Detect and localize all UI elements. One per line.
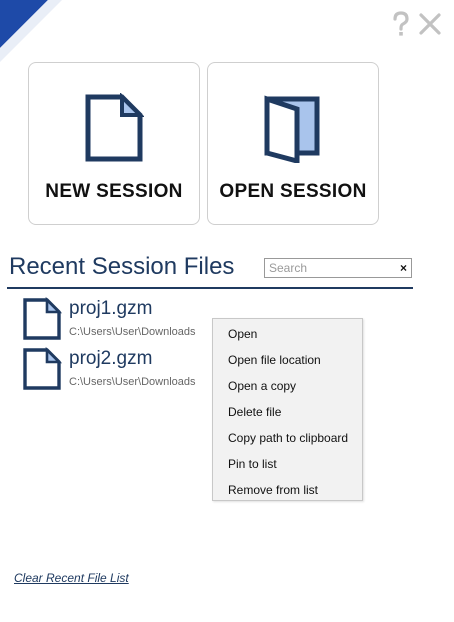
clear-search-icon[interactable]: × <box>400 259 407 277</box>
corner-accent <box>0 0 62 62</box>
file-icon <box>23 297 62 340</box>
new-document-icon <box>85 93 144 162</box>
new-session-label: NEW SESSION <box>45 181 183 202</box>
menu-item-open-a-copy[interactable]: Open a copy <box>214 373 361 399</box>
menu-item-copy-path[interactable]: Copy path to clipboard <box>214 425 361 451</box>
close-button[interactable] <box>418 10 442 38</box>
section-divider <box>7 287 413 289</box>
recent-file-item[interactable]: proj1.gzm C:\Users\User\Downloads <box>22 296 212 342</box>
recent-files-title: Recent Session Files <box>9 253 235 280</box>
clear-recent-file-list-link[interactable]: Clear Recent File List <box>14 571 129 585</box>
open-book-icon <box>264 95 320 163</box>
help-button[interactable] <box>389 10 413 38</box>
search-input[interactable] <box>269 259 393 277</box>
menu-item-delete-file[interactable]: Delete file <box>214 399 361 425</box>
new-session-button[interactable]: NEW SESSION <box>28 62 200 225</box>
search-box: × <box>264 258 412 278</box>
recent-file-item[interactable]: proj2.gzm C:\Users\User\Downloads <box>22 346 212 392</box>
menu-item-pin-to-list[interactable]: Pin to list <box>214 451 361 477</box>
menu-item-remove-from-list[interactable]: Remove from list <box>214 477 361 503</box>
file-path: C:\Users\User\Downloads <box>69 326 196 338</box>
file-name: proj1.gzm <box>69 298 153 319</box>
file-icon <box>23 347 62 390</box>
file-path: C:\Users\User\Downloads <box>69 376 196 388</box>
menu-item-open[interactable]: Open <box>214 321 361 347</box>
question-mark-icon <box>393 11 409 36</box>
open-session-label: OPEN SESSION <box>219 181 367 202</box>
open-session-button[interactable]: OPEN SESSION <box>207 62 379 225</box>
close-icon <box>419 13 441 35</box>
menu-item-open-file-location[interactable]: Open file location <box>214 347 361 373</box>
file-name: proj2.gzm <box>69 348 153 369</box>
context-menu: Open Open file location Open a copy Dele… <box>212 318 363 501</box>
